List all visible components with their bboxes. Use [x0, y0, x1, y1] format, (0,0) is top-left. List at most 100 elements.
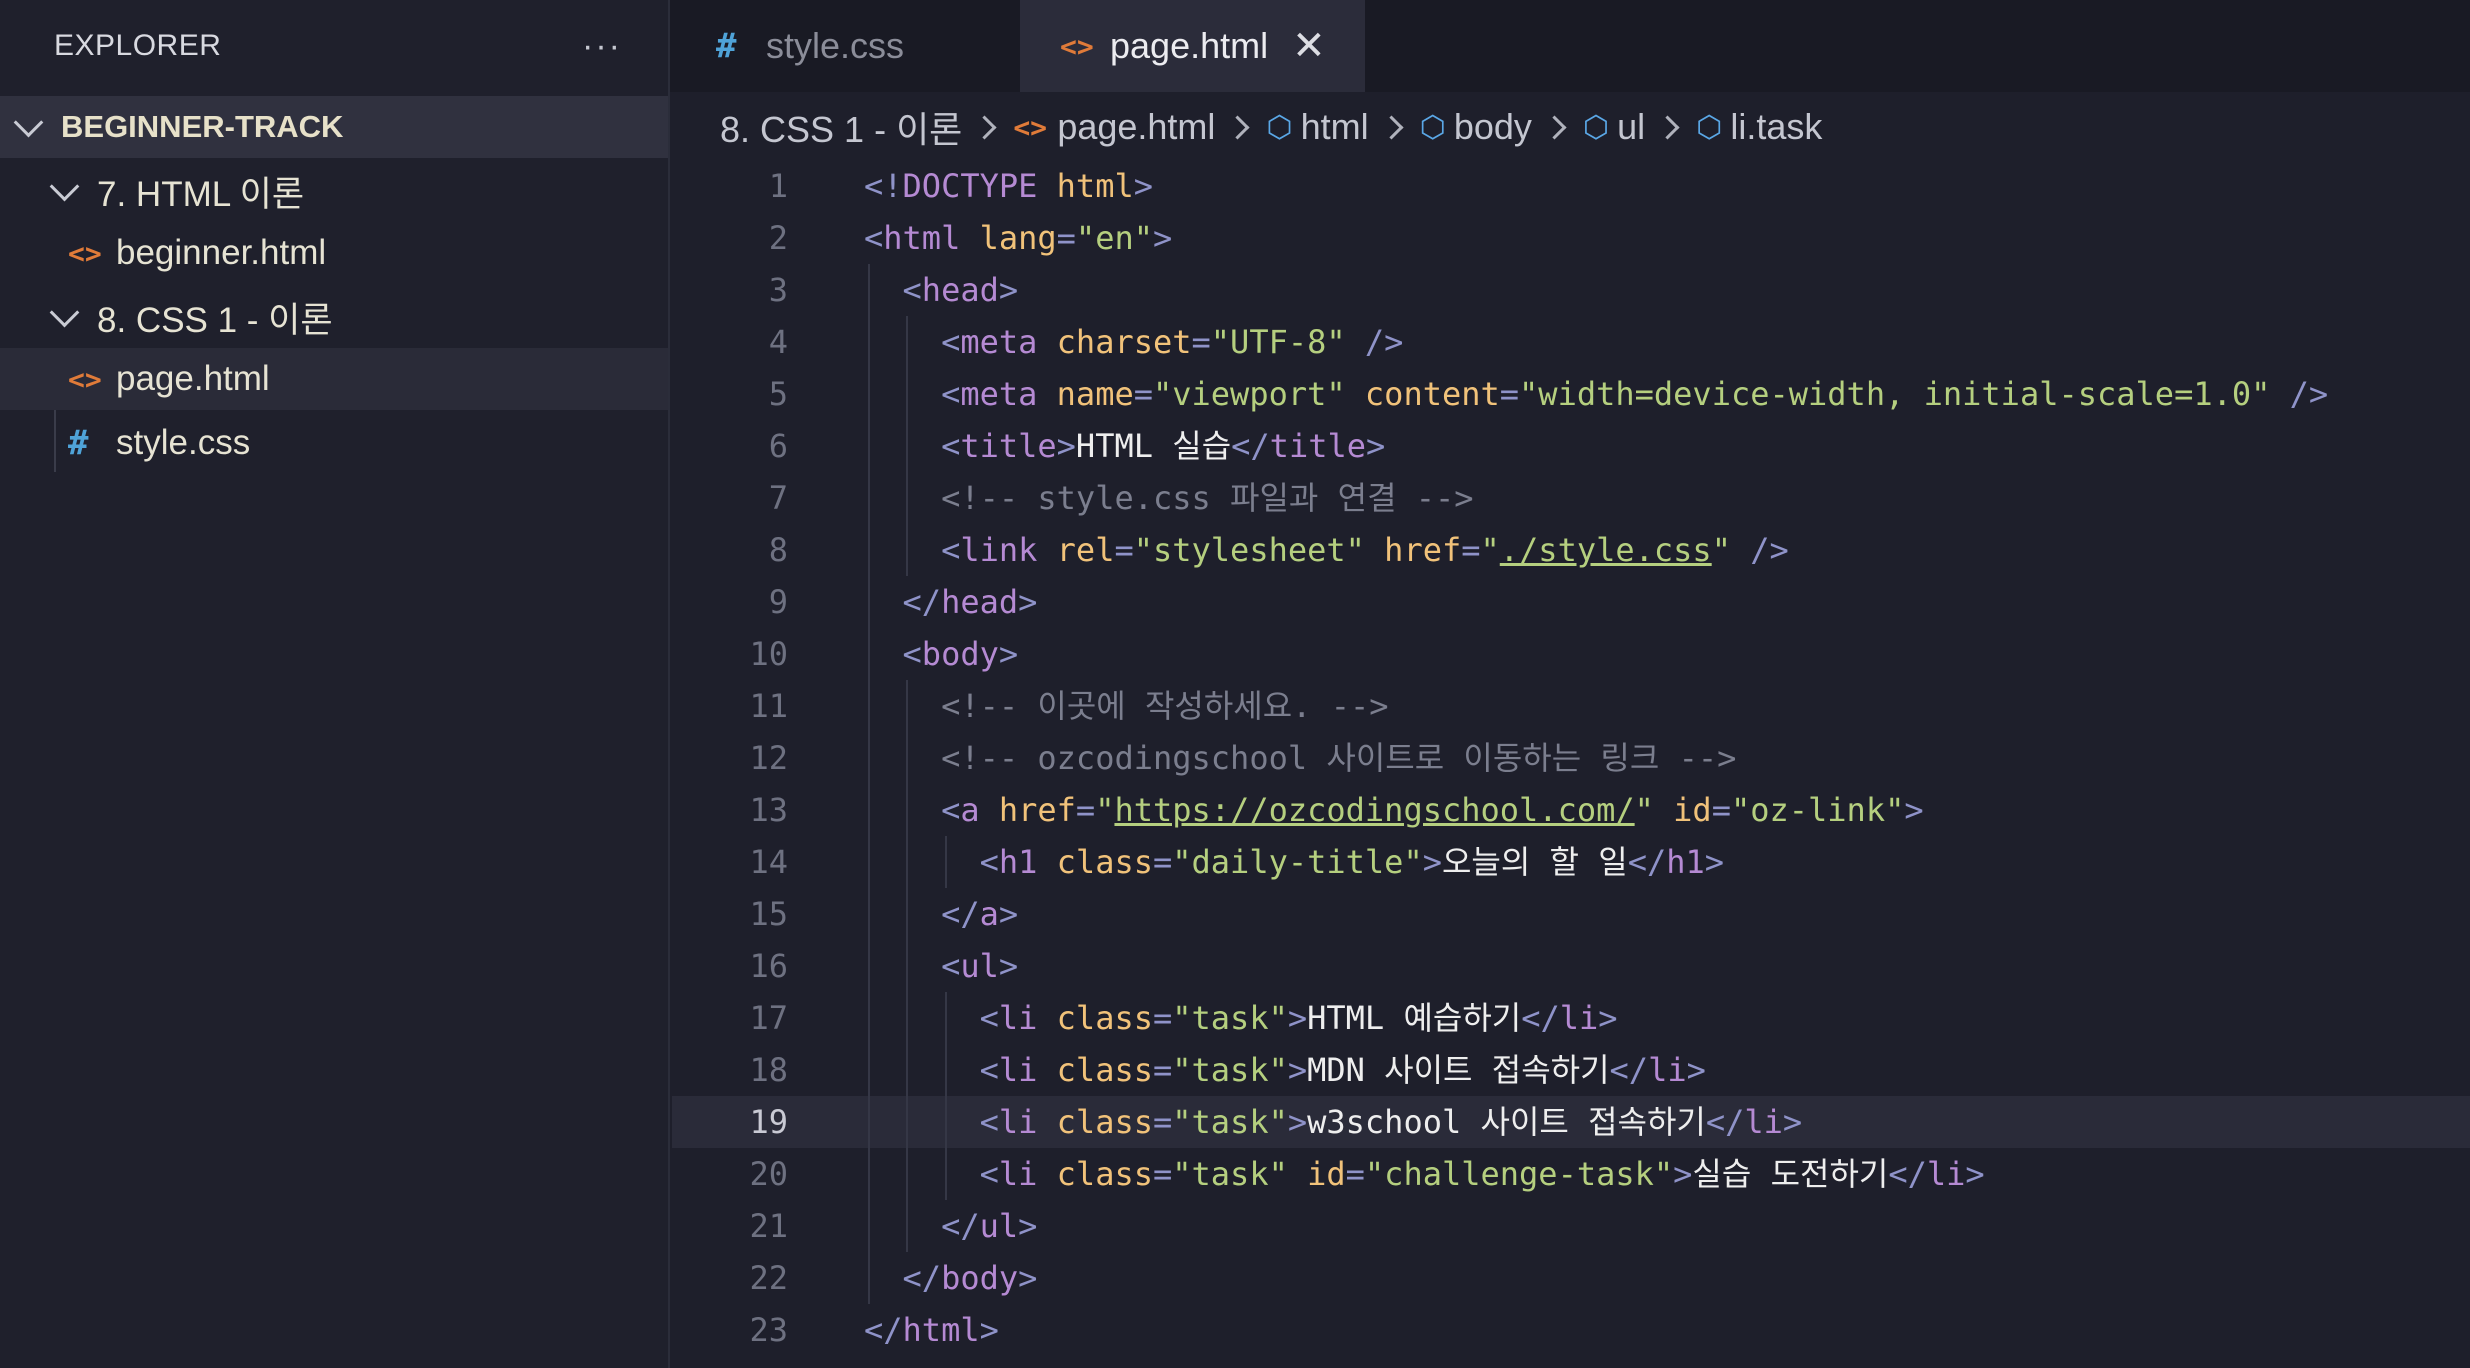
line-number: 4 [768, 323, 788, 361]
indent-guide [906, 940, 909, 992]
code-text[interactable]: <meta name="viewport" content="width=dev… [864, 368, 2328, 420]
tree-item-label: beginner.html [116, 233, 327, 272]
css-file-icon: # [68, 423, 89, 463]
line-number: 12 [749, 739, 788, 777]
tab-style-css[interactable]: # style.css [670, 0, 1020, 92]
indent-guide [944, 836, 947, 888]
indent-guide [868, 368, 870, 420]
code-text[interactable]: </ul> [864, 1200, 1037, 1252]
code-line[interactable]: 12 <!-- ozcodingschool 사이트로 이동하는 링크 --> [672, 732, 2470, 784]
chevron-right-icon [1542, 114, 1567, 140]
indent-guide [868, 680, 870, 732]
indent-guide [906, 1148, 909, 1200]
tree-file-beginner-html[interactable]: <> beginner.html [0, 222, 668, 284]
code-line[interactable]: 2 <html lang="en"> [672, 212, 2470, 264]
code-line[interactable]: 23 </html> [672, 1304, 2470, 1356]
code-text[interactable]: <li class="task">w3school 사이트 접속하기</li> [864, 1096, 1803, 1148]
code-line[interactable]: 16 <ul> [672, 940, 2470, 992]
breadcrumb-folder[interactable]: 8. CSS 1 - 이론 [720, 101, 962, 153]
code-text[interactable]: <h1 class="daily-title">오늘의 할 일</h1> [864, 836, 1724, 888]
code-line[interactable]: 17 <li class="task">HTML 예습하기</li> [672, 992, 2470, 1044]
code-line[interactable]: 20 <li class="task" id="challenge-task">… [672, 1148, 2470, 1200]
code-line[interactable]: 21 </ul> [672, 1200, 2470, 1252]
explorer-title: EXPLORER [54, 29, 222, 62]
code-line[interactable]: 8 <link rel="stylesheet" href="./style.c… [672, 524, 2470, 576]
line-number: 3 [768, 271, 788, 309]
code-text[interactable]: <title>HTML 실습</title> [864, 420, 1385, 472]
code-text[interactable]: </html> [864, 1304, 999, 1356]
indent-guide [868, 732, 870, 784]
breadcrumb-ul[interactable]: ul [1617, 106, 1645, 148]
line-number: 9 [768, 583, 788, 621]
code-line[interactable]: 22 </body> [672, 1252, 2470, 1304]
tree-root-folder[interactable]: BEGINNER-TRACK [0, 96, 668, 158]
breadcrumb-body[interactable]: body [1454, 106, 1532, 148]
indent-guide [868, 992, 870, 1044]
code-line[interactable]: 11 <!-- 이곳에 작성하세요. --> [672, 680, 2470, 732]
code-line[interactable]: 7 <!-- style.css 파일과 연결 --> [672, 472, 2470, 524]
code-line[interactable]: 3 <head> [672, 264, 2470, 316]
indent-guide [906, 472, 909, 524]
code-text[interactable]: </body> [864, 1252, 1038, 1304]
code-line[interactable]: 4 <meta charset="UTF-8" /> [672, 316, 2470, 368]
explorer-sidebar: EXPLORER ··· BEGINNER-TRACK 7. HTML 이론 <… [0, 0, 670, 1368]
code-text[interactable]: <link rel="stylesheet" href="./style.css… [864, 524, 1789, 576]
indent-guide [906, 420, 909, 472]
breadcrumb-html[interactable]: html [1301, 106, 1369, 148]
indent-guide [868, 784, 870, 836]
code-text[interactable]: <head> [864, 264, 1019, 316]
code-editor[interactable]: 1 <!DOCTYPE html> 2 <html lang="en"> 3 <head… [672, 158, 2470, 1368]
indent-guide [868, 888, 870, 940]
code-text[interactable]: <li class="task">HTML 예습하기</li> [864, 992, 1618, 1044]
code-line[interactable]: 5 <meta name="viewport" content="width=d… [672, 368, 2470, 420]
indent-guide [868, 628, 870, 680]
code-line[interactable]: 19 <li class="task">w3school 사이트 접속하기</l… [672, 1096, 2470, 1148]
code-text[interactable]: <meta charset="UTF-8" /> [864, 316, 1403, 368]
code-line[interactable]: 13 <a href="https://ozcodingschool.com/"… [672, 784, 2470, 836]
indent-guide [906, 1044, 909, 1096]
more-actions-icon[interactable]: ··· [582, 27, 622, 66]
code-line[interactable]: 10 <body> [672, 628, 2470, 680]
code-text[interactable]: </a> [864, 888, 1018, 940]
tree-file-page-html[interactable]: <> page.html [0, 348, 668, 410]
code-text[interactable]: <body> [864, 628, 1019, 680]
element-cube-icon: ⬡ [1266, 110, 1293, 144]
code-text[interactable]: <li class="task">MDN 사이트 접속하기</li> [864, 1044, 1706, 1096]
line-number: 20 [749, 1155, 788, 1193]
code-text[interactable]: <html lang="en"> [864, 212, 1172, 264]
code-text[interactable]: <!-- 이곳에 작성하세요. --> [864, 680, 1388, 732]
chevron-right-icon [1225, 114, 1250, 140]
code-text[interactable]: <li class="task" id="challenge-task">실습 … [864, 1148, 1985, 1200]
code-line[interactable]: 15 </a> [672, 888, 2470, 940]
tree-item-label: 8. CSS 1 - 이론 [97, 300, 333, 340]
tab-page-html[interactable]: <> page.html ✕ [1020, 0, 1365, 92]
code-text[interactable]: <a href="https://ozcodingschool.com/" id… [864, 784, 1924, 836]
close-icon[interactable]: ✕ [1292, 23, 1326, 69]
chevron-down-icon [49, 171, 80, 201]
tree-folder-css[interactable]: 8. CSS 1 - 이론 [0, 286, 668, 348]
indent-guide [906, 992, 909, 1044]
tree-item-label: style.css [116, 423, 251, 462]
tab-label: page.html [1110, 25, 1269, 66]
explorer-header: EXPLORER ··· [0, 0, 668, 92]
code-text[interactable]: <!DOCTYPE html> [864, 160, 1153, 212]
code-text[interactable]: <ul> [864, 940, 1018, 992]
tree-item-label: page.html [116, 359, 270, 398]
tree-file-style-css[interactable]: # style.css [0, 412, 668, 474]
breadcrumb-file[interactable]: page.html [1057, 106, 1215, 148]
code-text[interactable]: <!-- style.css 파일과 연결 --> [864, 472, 1474, 524]
root-folder-label: BEGINNER-TRACK [61, 109, 344, 144]
chevron-right-icon [1379, 114, 1404, 140]
code-line[interactable]: 9 </head> [672, 576, 2470, 628]
code-text[interactable]: <!-- ozcodingschool 사이트로 이동하는 링크 --> [864, 732, 1736, 784]
code-line[interactable]: 14 <h1 class="daily-title">오늘의 할 일</h1> [672, 836, 2470, 888]
code-line[interactable]: 6 <title>HTML 실습</title> [672, 420, 2470, 472]
code-line[interactable]: 1 <!DOCTYPE html> [672, 160, 2470, 212]
code-line[interactable]: 18 <li class="task">MDN 사이트 접속하기</li> [672, 1044, 2470, 1096]
indent-guide [868, 524, 870, 576]
code-text[interactable]: </head> [864, 576, 1038, 628]
indent-guide [868, 1148, 870, 1200]
tree-folder-html[interactable]: 7. HTML 이론 [0, 160, 668, 222]
css-file-icon: # [716, 26, 737, 66]
breadcrumb-li-task[interactable]: li.task [1730, 106, 1822, 148]
